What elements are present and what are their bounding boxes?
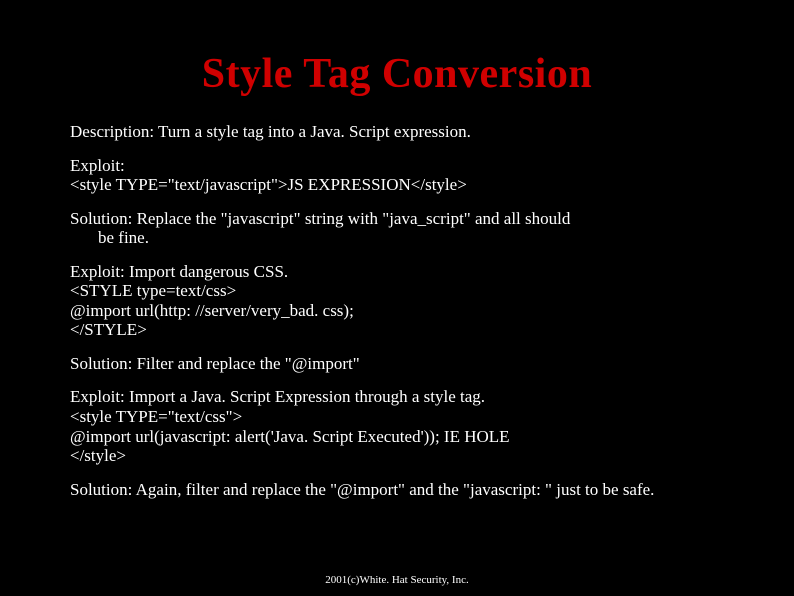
exploit-3-code3: </style> — [70, 446, 126, 465]
exploit-3-code1: <style TYPE="text/css"> — [70, 407, 242, 426]
exploit-2-label: Exploit: Import dangerous CSS. — [70, 262, 288, 281]
description-text: Description: Turn a style tag into a Jav… — [70, 122, 724, 142]
exploit-1: Exploit: <style TYPE="text/javascript">J… — [70, 156, 724, 195]
solution-1-line1: Solution: Replace the "javascript" strin… — [70, 209, 570, 228]
exploit-1-code: <style TYPE="text/javascript">JS EXPRESS… — [70, 175, 467, 194]
footer-text: 2001(c)White. Hat Security, Inc. — [0, 574, 794, 586]
exploit-2-code1: <STYLE type=text/css> — [70, 281, 236, 300]
exploit-2: Exploit: Import dangerous CSS. <STYLE ty… — [70, 262, 724, 340]
exploit-2-code3: </STYLE> — [70, 320, 147, 339]
solution-1: Solution: Replace the "javascript" strin… — [70, 209, 724, 248]
solution-2: Solution: Filter and replace the "@impor… — [70, 354, 724, 374]
exploit-3-code2: @import url(javascript: alert('Java. Scr… — [70, 427, 510, 446]
solution-1-line2: be fine. — [70, 228, 724, 248]
slide: Style Tag Conversion Description: Turn a… — [0, 0, 794, 596]
solution-3: Solution: Again, filter and replace the … — [70, 480, 724, 500]
slide-title: Style Tag Conversion — [70, 50, 724, 98]
exploit-3-label: Exploit: Import a Java. Script Expressio… — [70, 387, 485, 406]
exploit-1-label: Exploit: — [70, 156, 125, 175]
exploit-2-code2: @import url(http: //server/very_bad. css… — [70, 301, 354, 320]
exploit-3: Exploit: Import a Java. Script Expressio… — [70, 387, 724, 465]
